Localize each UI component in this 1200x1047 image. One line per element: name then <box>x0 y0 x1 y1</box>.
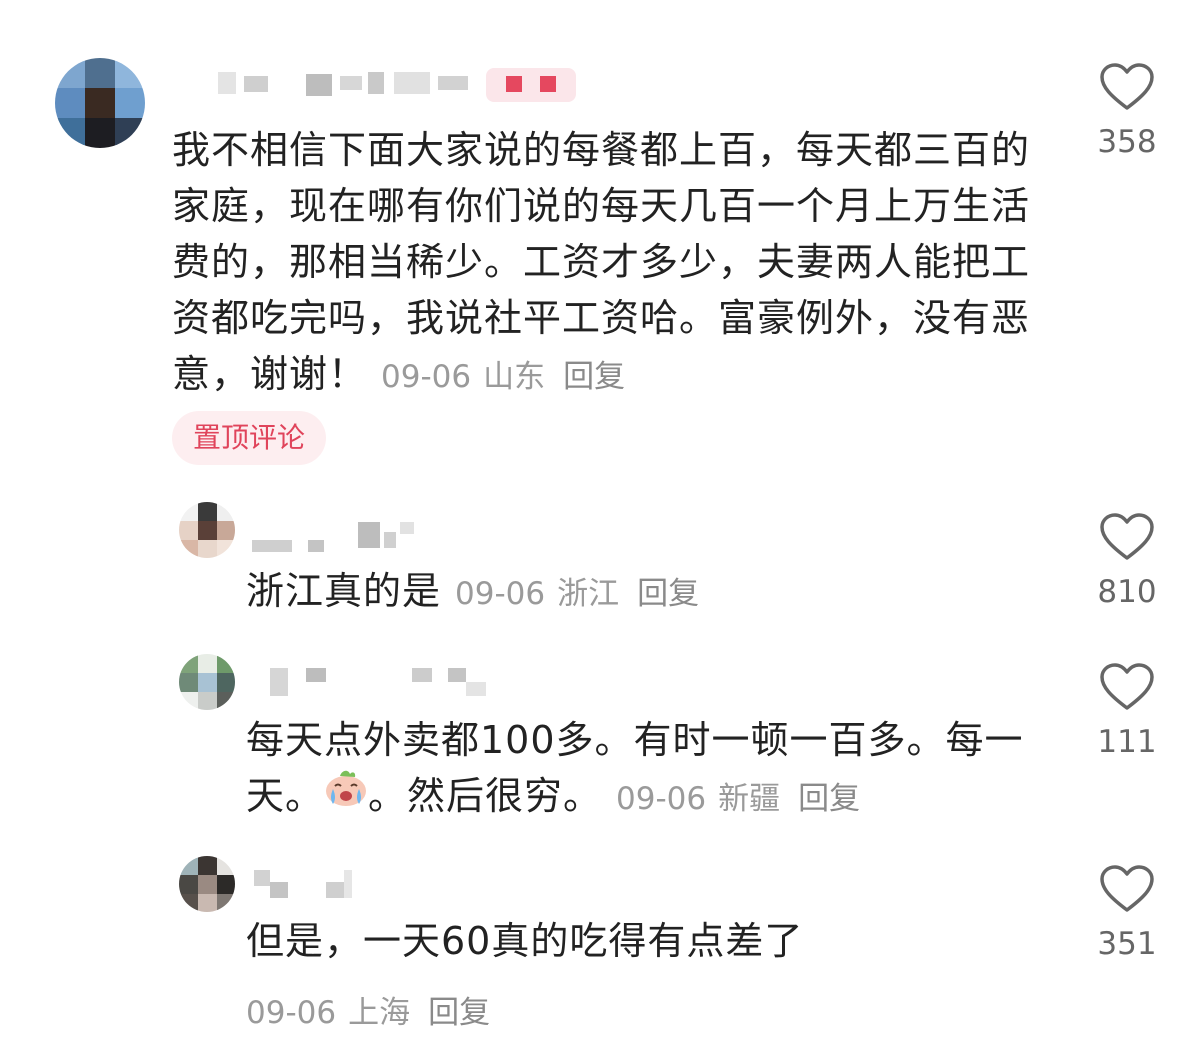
comment-date: 09-06 <box>381 359 472 395</box>
avatar[interactable] <box>179 502 235 558</box>
heart-icon <box>1100 63 1154 110</box>
comment-body: 浙江真的是 <box>246 569 442 613</box>
like-count: 358 <box>1097 124 1157 160</box>
comment-body: 我不相信下面大家说的每餐都上百，每天都三百的家庭，现在哪有你们说的每天几百一个月… <box>172 128 1031 396</box>
comment-meta: 09-06 新疆 回复 <box>616 781 860 817</box>
like-count: 810 <box>1097 574 1157 610</box>
avatar[interactable] <box>55 58 145 148</box>
username[interactable] <box>250 866 370 902</box>
comment-region: 新疆 <box>718 781 781 817</box>
comment-body: 但是，一天60真的吃得有点差了 <box>246 919 804 963</box>
reply-button[interactable]: 回复 <box>563 359 625 395</box>
comment-text: 浙江真的是 09-06 浙江 回复 <box>246 563 1046 622</box>
heart-icon <box>1100 513 1154 560</box>
pinned-comment-badge: 置顶评论 <box>172 411 326 465</box>
avatar[interactable] <box>179 856 235 912</box>
comment-text: 但是，一天60真的吃得有点差了 <box>246 913 1046 969</box>
like-button[interactable]: 810 <box>1077 512 1177 610</box>
comment-region: 上海 <box>348 995 411 1031</box>
like-count: 111 <box>1097 724 1157 760</box>
username[interactable] <box>210 68 590 104</box>
like-button[interactable]: 111 <box>1077 662 1177 760</box>
reply-button[interactable]: 回复 <box>798 781 860 817</box>
heart-icon <box>1100 663 1154 710</box>
reply-button[interactable]: 回复 <box>428 995 490 1031</box>
comment-meta: 09-06 山东 回复 <box>381 359 625 395</box>
comment-meta: 09-06 上海 回复 <box>246 987 490 1032</box>
comment-text: 我不相信下面大家说的每餐都上百，每天都三百的家庭，现在哪有你们说的每天几百一个月… <box>172 122 1032 405</box>
comment-date: 09-06 <box>616 781 707 817</box>
heart-icon <box>1100 865 1154 912</box>
comment-region: 山东 <box>483 359 546 395</box>
comment-region: 浙江 <box>557 576 620 612</box>
like-button[interactable]: 358 <box>1077 62 1177 160</box>
comment-text: 每天点外卖都100多。有时一顿一百多。每一天。 。然后很穷。 09-06 新疆 回复 <box>246 712 1046 827</box>
comment-meta: 09-06 浙江 回复 <box>455 576 699 612</box>
username[interactable] <box>250 520 430 556</box>
username[interactable] <box>260 664 500 700</box>
avatar[interactable] <box>179 654 235 710</box>
like-button[interactable]: 351 <box>1077 864 1177 962</box>
comment-body-continued: 。然后很穷。 <box>368 774 603 818</box>
crying-face-emoji-icon <box>324 767 368 823</box>
reply-button[interactable]: 回复 <box>637 576 699 612</box>
like-count: 351 <box>1097 926 1157 962</box>
comment-date: 09-06 <box>246 995 337 1031</box>
comment-date: 09-06 <box>455 576 546 612</box>
